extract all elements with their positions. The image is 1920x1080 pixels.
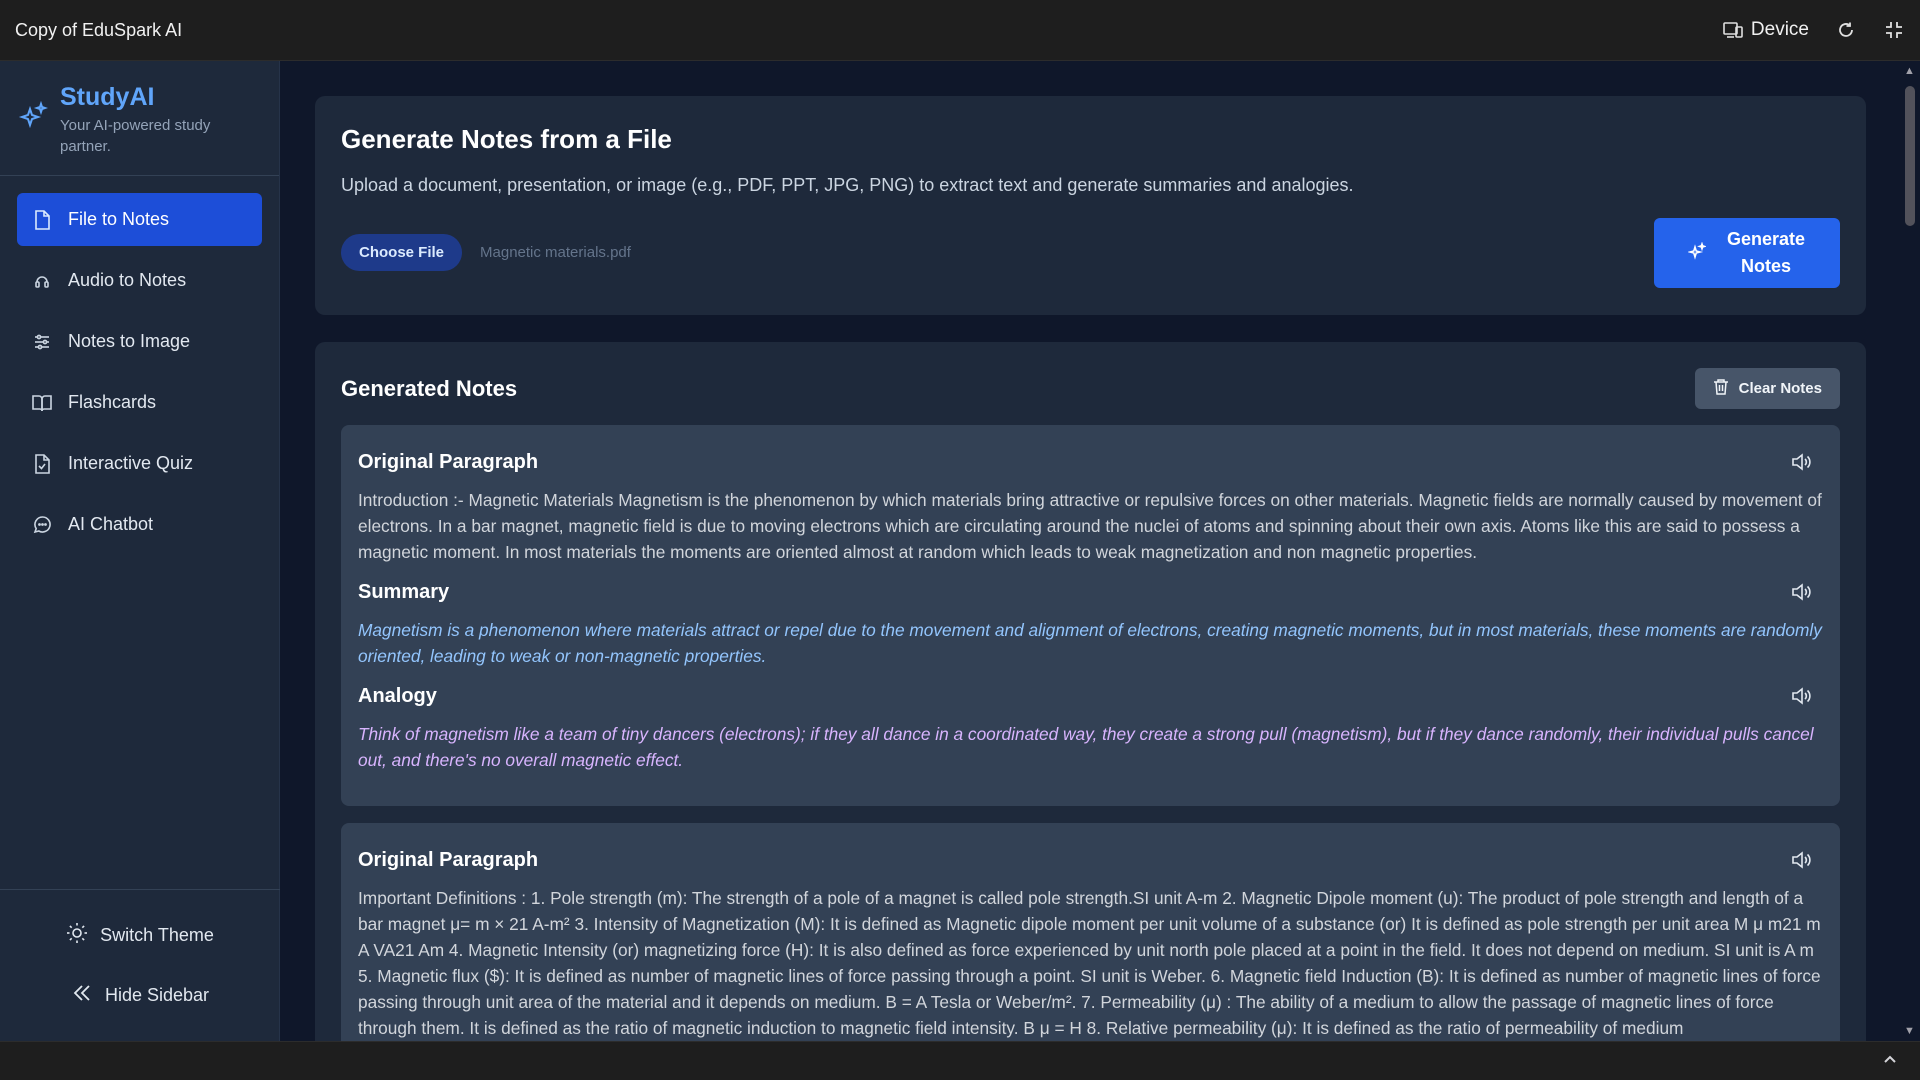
speaker-icon[interactable] bbox=[1790, 580, 1814, 604]
section-title: Analogy bbox=[358, 684, 437, 707]
generated-notes-card: Generated Notes Clear Notes Original Par… bbox=[315, 342, 1866, 1041]
analogy-text: Think of magnetism like a team of tiny d… bbox=[358, 724, 1814, 770]
scroll-up-arrow-icon[interactable]: ▲ bbox=[1904, 65, 1915, 77]
section-title: Original Paragraph bbox=[358, 450, 539, 473]
quiz-file-icon bbox=[32, 453, 52, 474]
sidebar-item-interactive-quiz[interactable]: Interactive Quiz bbox=[17, 437, 262, 490]
chevrons-left-icon bbox=[71, 982, 93, 1009]
note-block: Original Paragraph Important Definitions… bbox=[341, 823, 1840, 1041]
upload-description: Upload a document, presentation, or imag… bbox=[341, 175, 1354, 195]
sidebar-item-label: File to Notes bbox=[68, 209, 170, 229]
device-icon bbox=[1722, 19, 1744, 41]
bottom-bar bbox=[0, 1041, 1920, 1080]
top-bar: Copy of EduSpark AI Device bbox=[0, 0, 1920, 61]
original-paragraph-text: Important Definitions : 1. Pole strength… bbox=[358, 888, 1821, 1038]
device-button[interactable]: Device bbox=[1722, 19, 1809, 41]
window-title: Copy of EduSpark AI bbox=[15, 19, 183, 40]
hide-sidebar-label: Hide Sidebar bbox=[104, 985, 210, 1005]
generate-notes-label: Generate Notes bbox=[1726, 229, 1806, 276]
sliders-icon bbox=[32, 332, 52, 352]
sidebar-item-label: AI Chatbot bbox=[68, 514, 154, 534]
brand-text: StudyAI Your AI-powered study partner. bbox=[60, 83, 230, 157]
sun-icon bbox=[66, 922, 88, 949]
section-title: Summary bbox=[358, 580, 450, 603]
original-section: Original Paragraph Important Definitions… bbox=[358, 845, 1822, 1041]
sidebar-item-flashcards[interactable]: Flashcards bbox=[17, 376, 262, 429]
analogy-section: Analogy Think of magnetism like a team o… bbox=[358, 681, 1822, 773]
device-label: Device bbox=[1750, 19, 1809, 40]
upload-title: Generate Notes from a File bbox=[341, 124, 672, 154]
chat-icon bbox=[32, 515, 52, 535]
summary-text: Magnetism is a phenomenon where material… bbox=[358, 620, 1822, 666]
brand: StudyAI Your AI-powered study partner. bbox=[0, 61, 279, 176]
sidebar-item-ai-chatbot[interactable]: AI Chatbot bbox=[17, 498, 262, 551]
vertical-scrollbar[interactable]: ▲ ▼ bbox=[1901, 61, 1920, 1041]
sidebar: StudyAI Your AI-powered study partner. F… bbox=[0, 61, 280, 1041]
brand-tagline: Your AI-powered study partner. bbox=[60, 117, 211, 155]
scrollbar-thumb[interactable] bbox=[1905, 86, 1915, 226]
file-icon bbox=[32, 209, 52, 230]
notes-header: Generated Notes Clear Notes bbox=[341, 368, 1840, 409]
hide-sidebar-button[interactable]: Hide Sidebar bbox=[71, 982, 209, 1009]
sparkles-icon bbox=[1686, 240, 1707, 265]
refresh-icon[interactable] bbox=[1835, 19, 1857, 41]
scroll-down-arrow-icon[interactable]: ▼ bbox=[1904, 1025, 1915, 1037]
book-icon bbox=[32, 393, 52, 413]
fullscreen-icon[interactable] bbox=[1883, 19, 1905, 41]
sidebar-item-label: Interactive Quiz bbox=[68, 453, 194, 473]
brand-name: StudyAI bbox=[60, 83, 155, 111]
sidebar-item-notes-to-image[interactable]: Notes to Image bbox=[17, 315, 262, 368]
original-paragraph-text: Introduction :- Magnetic Materials Magne… bbox=[358, 490, 1822, 562]
speaker-icon[interactable] bbox=[1790, 684, 1814, 708]
sidebar-item-label: Flashcards bbox=[68, 392, 157, 412]
sidebar-item-file-to-notes[interactable]: File to Notes bbox=[17, 193, 262, 246]
trash-icon bbox=[1713, 378, 1729, 399]
note-block: Original Paragraph Introduction :- Magne… bbox=[341, 425, 1840, 806]
chevron-up-icon[interactable] bbox=[1882, 1051, 1898, 1072]
speaker-icon[interactable] bbox=[1790, 450, 1814, 474]
file-name: Magnetic materials.pdf bbox=[480, 244, 631, 261]
switch-theme-label: Switch Theme bbox=[100, 925, 214, 945]
original-section: Original Paragraph Introduction :- Magne… bbox=[358, 447, 1822, 565]
sidebar-item-label: Audio to Notes bbox=[68, 270, 187, 290]
sidebar-item-label: Notes to Image bbox=[68, 331, 191, 351]
sparkles-icon bbox=[18, 100, 49, 136]
file-input[interactable]: Choose File Magnetic materials.pdf bbox=[341, 234, 631, 271]
speaker-icon[interactable] bbox=[1790, 848, 1814, 872]
generate-notes-button[interactable]: Generate Notes bbox=[1654, 218, 1840, 288]
choose-file-button[interactable]: Choose File bbox=[341, 234, 463, 271]
sidebar-nav: File to Notes Audio to Notes Notes to Im… bbox=[0, 176, 279, 568]
section-title: Original Paragraph bbox=[358, 848, 539, 871]
main-content[interactable]: Generate Notes from a File Upload a docu… bbox=[281, 61, 1901, 1041]
switch-theme-button[interactable]: Switch Theme bbox=[66, 922, 214, 949]
sidebar-item-audio-to-notes[interactable]: Audio to Notes bbox=[17, 254, 262, 307]
top-bar-actions: Device bbox=[1722, 19, 1905, 41]
upload-card: Generate Notes from a File Upload a docu… bbox=[315, 96, 1866, 315]
clear-notes-label: Clear Notes bbox=[1738, 380, 1822, 397]
summary-section: Summary Magnetism is a phenomenon where … bbox=[358, 577, 1822, 669]
clear-notes-button[interactable]: Clear Notes bbox=[1694, 368, 1840, 409]
notes-title: Generated Notes bbox=[341, 375, 518, 401]
sidebar-footer: Switch Theme Hide Sidebar bbox=[0, 889, 280, 1041]
audio-icon bbox=[32, 271, 52, 291]
